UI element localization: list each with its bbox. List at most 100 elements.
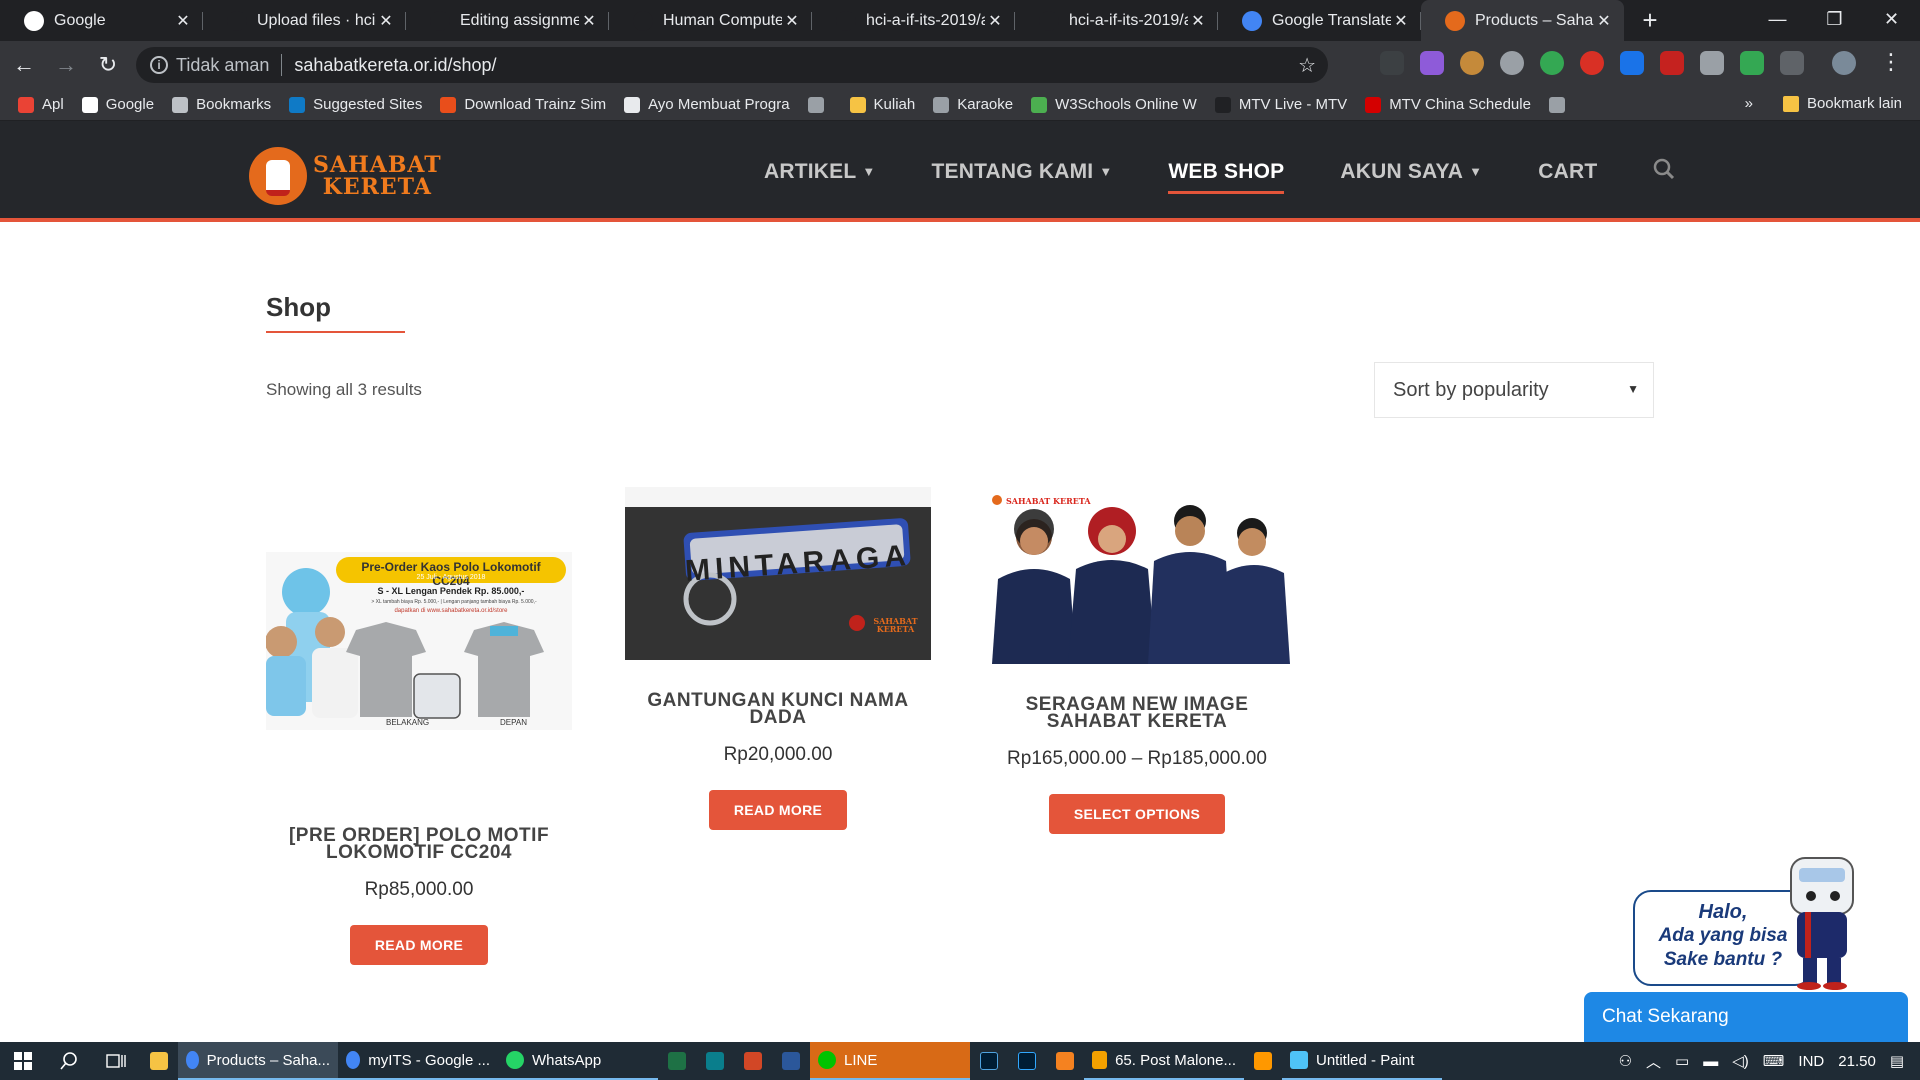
lightroom-icon[interactable] [970, 1042, 1008, 1080]
extension-icon[interactable] [1620, 51, 1644, 75]
close-tab-icon[interactable]: ✕ [579, 11, 599, 31]
sublime-icon[interactable] [1244, 1042, 1282, 1080]
extension-icon[interactable] [1460, 51, 1484, 75]
extension-icon[interactable] [1380, 51, 1404, 75]
browser-tab[interactable]: Google ✕ [0, 0, 203, 41]
people-icon[interactable]: ⚇ [1619, 1052, 1632, 1070]
nav-tentang-kami[interactable]: TENTANG KAMI ▼ [931, 160, 1112, 184]
product-title[interactable]: [PRE ORDER] POLO MOTIF LOKOMOTIF CC204 [266, 826, 572, 862]
close-window-icon[interactable]: ✕ [1863, 0, 1920, 41]
bookmark-item[interactable]: MTV Live - MTV [1214, 96, 1347, 113]
restore-icon[interactable]: ❐ [1806, 0, 1863, 41]
powerpoint-icon[interactable] [734, 1042, 772, 1080]
read-more-button[interactable]: READ MORE [708, 790, 848, 830]
download-icon[interactable] [1780, 51, 1804, 75]
nav-cart[interactable]: CART [1538, 160, 1597, 184]
product-title[interactable]: GANTUNGAN KUNCI NAMA DADA [625, 691, 931, 727]
photoshop-icon[interactable] [1008, 1042, 1046, 1080]
browser-tab[interactable]: Google Translate ✕ [1218, 0, 1421, 41]
close-tab-icon[interactable]: ✕ [1391, 11, 1411, 31]
product-title[interactable]: SERAGAM NEW IMAGE SAHABAT KERETA [984, 695, 1290, 731]
keyboard-icon[interactable]: ⌨ [1763, 1052, 1785, 1070]
volume-icon[interactable]: ◁) [1732, 1052, 1749, 1070]
bookmark-item[interactable] [807, 96, 832, 113]
security-label[interactable]: Tidak aman [176, 55, 269, 76]
bookmark-item[interactable]: Suggested Sites [289, 96, 422, 113]
excel-icon[interactable] [658, 1042, 696, 1080]
info-icon[interactable]: i [150, 56, 168, 74]
language-indicator[interactable]: IND [1798, 1053, 1824, 1070]
select-options-button[interactable]: SELECT OPTIONS [1048, 794, 1226, 834]
browser-tab[interactable]: Human Computer ✕ [609, 0, 812, 41]
site-logo[interactable]: SAHABAT KERETA [249, 147, 442, 205]
nav-akun-saya[interactable]: AKUN SAYA ▼ [1340, 160, 1482, 184]
taskbar-app-chrome-2[interactable]: myITS - Google ... [338, 1042, 498, 1080]
battery-icon[interactable]: ▬ [1703, 1053, 1718, 1070]
read-more-button[interactable]: READ MORE [349, 925, 489, 965]
task-view-icon[interactable] [92, 1042, 140, 1080]
windows-start-icon[interactable] [0, 1042, 46, 1080]
url-text[interactable]: sahabatkereta.or.id/shop/ [294, 55, 496, 76]
browser-tab[interactable]: Upload files · hci-a✕ [203, 0, 406, 41]
bookmark-item[interactable]: W3Schools Online W [1031, 96, 1197, 113]
nav-web-shop[interactable]: WEB SHOP [1168, 160, 1285, 194]
bookmark-item[interactable]: Google [81, 96, 154, 113]
address-bar[interactable]: i Tidak aman sahabatkereta.or.id/shop/ ☆ [136, 47, 1328, 83]
close-tab-icon[interactable]: ✕ [173, 11, 193, 31]
forward-icon[interactable]: → [48, 52, 84, 78]
product-image[interactable]: SAHABAT KERETA [984, 489, 1290, 664]
sort-select[interactable]: Sort by popularity ▼ [1374, 362, 1654, 418]
extension-icon[interactable] [1740, 51, 1764, 75]
avatar[interactable] [1832, 51, 1856, 75]
chat-now-button[interactable]: Chat Sekarang [1584, 992, 1908, 1042]
extension-icon[interactable] [1700, 51, 1724, 75]
clock[interactable]: 21.50 [1838, 1053, 1876, 1070]
close-tab-icon[interactable]: ✕ [985, 11, 1005, 31]
taskbar-app-whatsapp[interactable]: WhatsApp [498, 1042, 658, 1080]
minimize-icon[interactable]: — [1749, 0, 1806, 41]
product-name-line-2[interactable]: DADA [625, 708, 931, 727]
extension-icon[interactable] [1660, 51, 1684, 75]
extension-icon[interactable] [1420, 51, 1444, 75]
extension-icon[interactable] [1500, 51, 1524, 75]
product-image[interactable]: MINTARAGA SAHABAT KERETA [625, 487, 931, 660]
product-name-line-2[interactable]: SAHABAT KERETA [984, 712, 1290, 731]
bookmark-item[interactable]: MTV China Schedule [1365, 96, 1531, 113]
reload-icon[interactable]: ↻ [90, 52, 126, 78]
extension-icon[interactable] [1540, 51, 1564, 75]
menu-kebab-icon[interactable]: ⋮ [1880, 49, 1902, 75]
search-icon[interactable] [1653, 158, 1675, 186]
close-tab-icon[interactable]: ✕ [1594, 11, 1614, 31]
bookmark-star-icon[interactable]: ☆ [1298, 53, 1316, 78]
word-icon[interactable] [772, 1042, 810, 1080]
bookmark-item[interactable]: Bookmarks [172, 96, 271, 113]
product-image[interactable]: Pre-Order Kaos Polo Lokomotif CC204 25 J… [266, 552, 572, 730]
search-icon[interactable] [46, 1042, 92, 1080]
bookmark-item[interactable]: Kuliah [849, 96, 915, 113]
bookmark-item[interactable] [1548, 96, 1573, 113]
browser-tab[interactable]: Editing assignment✕ [406, 0, 609, 41]
browser-tab[interactable]: hci-a-if-its-2019/a ✕ [812, 0, 1015, 41]
notification-icon[interactable]: ▤ [1890, 1052, 1904, 1070]
media-icon[interactable] [696, 1042, 734, 1080]
product-name-line-2[interactable]: LOKOMOTIF CC204 [266, 843, 572, 862]
file-explorer-icon[interactable] [140, 1042, 178, 1080]
taskbar-app-chrome[interactable]: Products – Saha... [178, 1042, 338, 1080]
close-tab-icon[interactable]: ✕ [376, 11, 396, 31]
browser-tab[interactable]: hci-a-if-its-2019/a ✕ [1015, 0, 1218, 41]
new-tab-button[interactable]: + [1630, 5, 1670, 36]
extension-icon[interactable] [1580, 51, 1604, 75]
chevron-up-icon[interactable]: ︿ [1646, 1051, 1661, 1072]
bookmark-item[interactable]: Ayo Membuat Progra [624, 96, 790, 113]
bookmark-item[interactable]: Karaoke [933, 96, 1013, 113]
taskbar-app-line[interactable]: LINE [810, 1042, 970, 1080]
taskbar-app-winamp[interactable]: 65. Post Malone... [1084, 1042, 1244, 1080]
close-tab-icon[interactable]: ✕ [1188, 11, 1208, 31]
nav-artikel[interactable]: ARTIKEL ▼ [764, 160, 875, 184]
close-tab-icon[interactable]: ✕ [782, 11, 802, 31]
browser-tab[interactable]: Products – Sahaba✕ [1421, 0, 1624, 41]
other-bookmarks[interactable]: Bookmark lain [1807, 95, 1902, 112]
network-icon[interactable]: ▭ [1675, 1052, 1689, 1070]
back-icon[interactable]: ← [6, 52, 42, 78]
vlc-icon[interactable] [1046, 1042, 1084, 1080]
